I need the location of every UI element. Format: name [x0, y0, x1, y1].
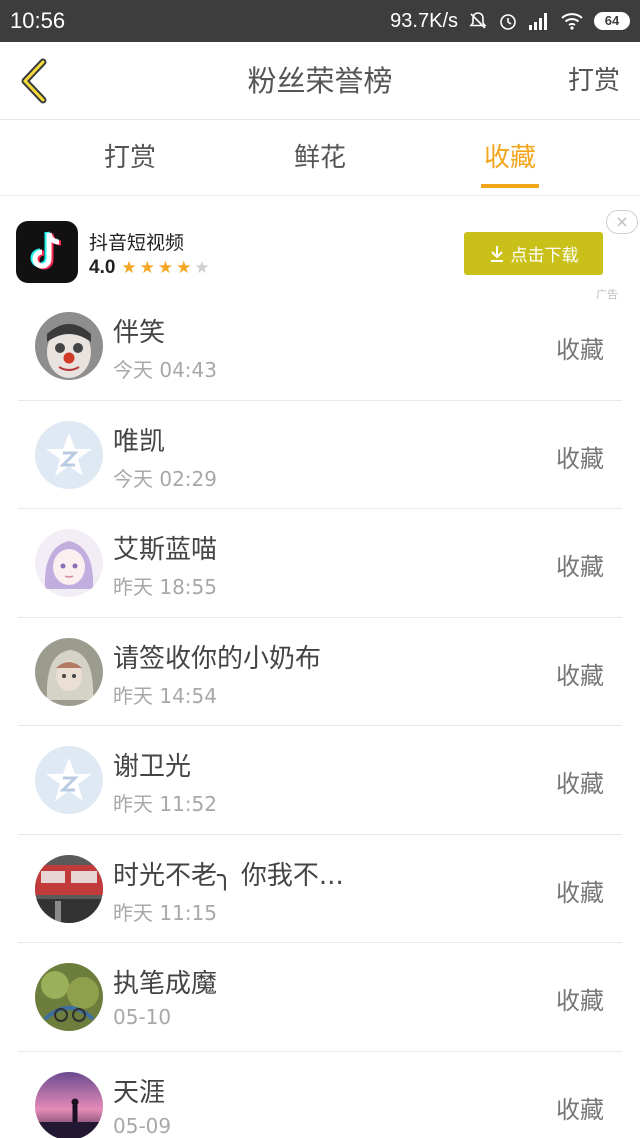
- download-button[interactable]: 点击下载: [464, 232, 603, 275]
- favorite-label: 收藏: [556, 444, 604, 473]
- user-name: 唯凯: [113, 426, 166, 457]
- alarm-icon: [498, 11, 518, 31]
- reward-button[interactable]: 打赏: [568, 42, 620, 120]
- star-icon: ★: [176, 258, 192, 278]
- battery-icon: 64: [594, 12, 630, 30]
- tab-bar: 打赏 鲜花 收藏: [0, 121, 640, 196]
- page-title: 粉丝荣誉榜: [247, 64, 393, 98]
- avatar: [35, 637, 103, 706]
- star-empty-icon: ★: [194, 258, 210, 278]
- list-item[interactable]: 时光不老╮ 你我不... 昨天 11:15 收藏: [18, 835, 622, 943]
- ad-rating: 4.0 ★ ★ ★ ★ ★: [89, 257, 213, 279]
- timestamp: 昨天 14:54: [113, 683, 217, 708]
- list-item[interactable]: 请签收你的小奶布 昨天 14:54 收藏: [18, 618, 622, 726]
- avatar: [35, 312, 103, 380]
- network-speed: 93.7K/s: [390, 9, 458, 32]
- timestamp: 昨天 11:52: [113, 792, 217, 816]
- list-item[interactable]: 艾斯蓝喵 昨天 18:55 收藏: [18, 509, 622, 618]
- default-star-avatar: [35, 746, 103, 814]
- street-sign-avatar: [35, 854, 103, 923]
- clown-face-avatar: [35, 312, 103, 380]
- timestamp: 昨天 11:15: [113, 900, 217, 925]
- wifi-icon: [560, 12, 584, 30]
- favorite-label: 收藏: [556, 770, 604, 798]
- ad-app-name: 抖音短视频: [89, 232, 185, 254]
- cartoon-avatar: [35, 963, 103, 1031]
- avatar: [35, 854, 103, 923]
- favorite-label: 收藏: [556, 661, 604, 690]
- tab-active-indicator: [481, 184, 539, 188]
- favorite-label: 收藏: [556, 1095, 604, 1124]
- user-name: 请签收你的小奶布: [113, 643, 322, 674]
- avatar: [35, 1071, 103, 1138]
- star-icon: ★: [157, 258, 174, 278]
- avatar: [35, 529, 103, 597]
- star-icon: ★: [121, 258, 137, 278]
- timestamp: 05-09: [113, 1113, 172, 1138]
- favorite-label: 收藏: [556, 987, 604, 1015]
- star-icon: ★: [139, 258, 155, 278]
- ad-rating-score: 4.0: [89, 257, 116, 278]
- user-name: 时光不老╮ 你我不...: [113, 860, 344, 891]
- list-item[interactable]: 执笔成魔 05-10 收藏: [18, 943, 622, 1052]
- timestamp: 05-10: [113, 1005, 172, 1029]
- tab-reward[interactable]: 打赏: [70, 121, 190, 196]
- favorites-list: 伴笑 今天 04:43 收藏 唯凯 今天 02:29 收藏 艾斯蓝喵 昨天 18…: [0, 292, 640, 1138]
- battery-level: 64: [594, 12, 630, 30]
- timestamp: 今天 02:29: [113, 466, 217, 491]
- download-icon: [490, 245, 503, 262]
- timestamp: 昨天 18:55: [113, 575, 217, 599]
- mute-bell-icon: [468, 11, 488, 31]
- download-button-label: 点击下载: [510, 246, 579, 266]
- avatar: [35, 420, 103, 489]
- status-bar: 10:56 93.7K/s 64: [0, 0, 640, 42]
- user-name: 谢卫光: [113, 752, 192, 782]
- user-name: 执笔成魔: [113, 969, 218, 999]
- tiktok-app-icon: [16, 221, 78, 283]
- default-star-avatar: [35, 420, 103, 489]
- list-item[interactable]: 谢卫光 昨天 11:52 收藏: [18, 726, 622, 835]
- user-name: 艾斯蓝喵: [113, 535, 218, 565]
- list-item[interactable]: 唯凯 今天 02:29 收藏: [18, 401, 622, 509]
- header: 粉丝荣誉榜 打赏: [0, 42, 640, 120]
- avatar: [35, 963, 103, 1031]
- favorite-label: 收藏: [556, 336, 604, 364]
- timestamp: 今天 04:43: [113, 358, 217, 382]
- favorite-label: 收藏: [556, 878, 604, 907]
- status-time: 10:56: [10, 8, 66, 33]
- user-name: 天涯: [113, 1077, 166, 1108]
- list-item[interactable]: 天涯 05-09 收藏: [18, 1052, 622, 1138]
- hooded-girl-avatar: [35, 637, 103, 706]
- sunset-silhouette-avatar: [35, 1071, 103, 1138]
- ad-banner[interactable]: 抖音短视频 4.0 ★ ★ ★ ★ ★ 点击下载: [0, 200, 640, 304]
- avatar: [35, 746, 103, 814]
- chevron-left-icon: [21, 58, 47, 104]
- ad-close-button[interactable]: ×: [606, 210, 638, 234]
- list-item[interactable]: 伴笑 今天 04:43 收藏: [18, 292, 622, 401]
- favorite-label: 收藏: [556, 553, 604, 581]
- back-button[interactable]: [16, 56, 52, 106]
- anime-girl-avatar: [35, 529, 103, 597]
- status-right: 93.7K/s 64: [390, 10, 630, 33]
- tab-flowers[interactable]: 鲜花: [260, 121, 380, 196]
- user-name: 伴笑: [113, 318, 166, 348]
- signal-icon: [528, 12, 550, 30]
